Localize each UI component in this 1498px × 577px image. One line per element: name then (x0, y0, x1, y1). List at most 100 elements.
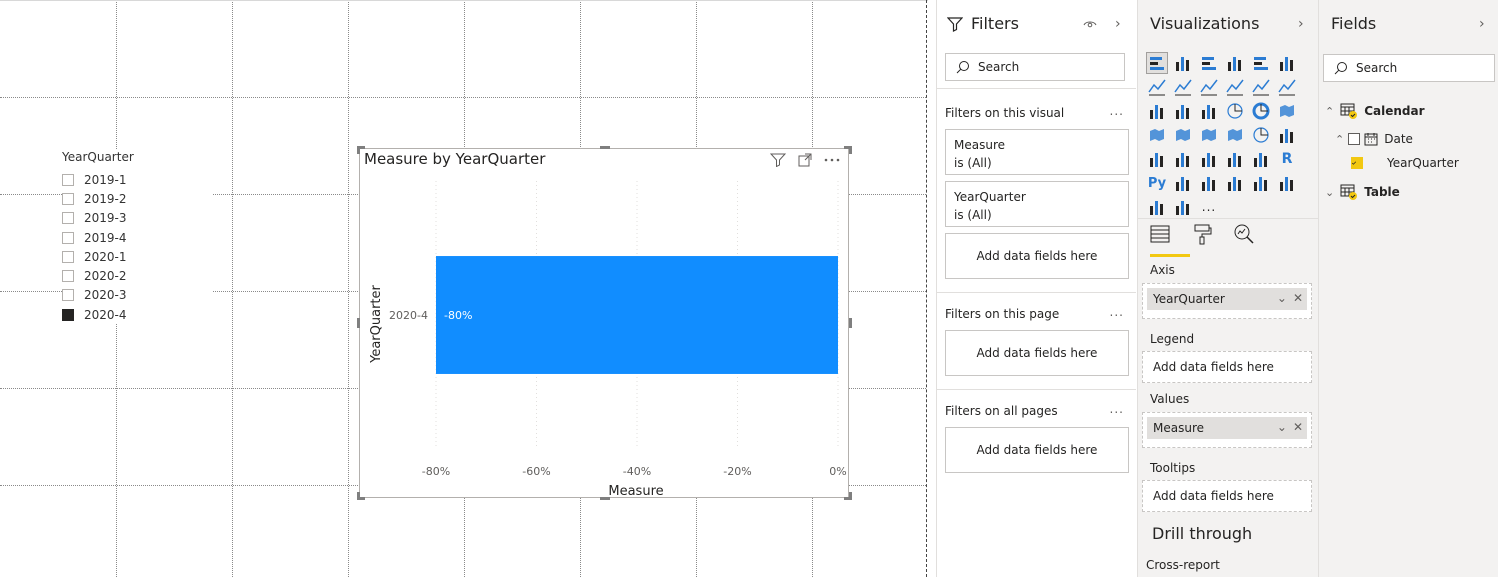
waterfall-chart-icon[interactable] (1146, 100, 1168, 122)
stacked-bar-chart-icon[interactable] (1146, 52, 1168, 74)
checkbox[interactable] (62, 192, 74, 205)
map-icon[interactable] (1146, 124, 1168, 146)
checkbox[interactable] (62, 289, 74, 302)
chevron-up-icon[interactable]: ⌃ (1325, 105, 1334, 118)
filters-search-input[interactable]: Search (945, 53, 1125, 81)
filter-card-yearquarter[interactable]: YearQuarter is (All) (945, 181, 1129, 227)
python-visual-icon[interactable]: Py (1146, 172, 1168, 194)
multi-row-card-icon[interactable] (1146, 148, 1168, 170)
add-page-filter-drop[interactable]: Add data fields here (945, 330, 1129, 376)
collapse-filters-chevron-icon[interactable]: › (1115, 16, 1121, 32)
chevron-up-icon[interactable]: ⌃ (1335, 133, 1344, 146)
clustered-column-chart-icon[interactable] (1224, 52, 1246, 74)
add-visual-filter-drop[interactable]: Add data fields here (945, 233, 1129, 279)
more-options-icon[interactable]: ... (1110, 104, 1124, 118)
kpi-icon[interactable] (1172, 148, 1194, 170)
axis-field-pill[interactable]: YearQuarter ⌄ ✕ (1147, 288, 1307, 310)
r-visual-icon[interactable]: R (1276, 148, 1298, 170)
pie-chart-icon[interactable] (1224, 100, 1246, 122)
close-icon[interactable]: ✕ (1293, 420, 1303, 434)
shape-map-icon[interactable] (1198, 124, 1220, 146)
collapse-fields-chevron-icon[interactable]: › (1479, 16, 1485, 32)
chevron-down-icon[interactable]: ⌄ (1277, 420, 1287, 434)
line-chart-icon[interactable] (1146, 76, 1168, 98)
table-icon[interactable] (1224, 148, 1246, 170)
field-checkbox[interactable] (1348, 133, 1361, 145)
slicer-icon[interactable] (1198, 148, 1220, 170)
slicer-item[interactable]: 2020-3 (62, 286, 212, 305)
slicer-item[interactable]: 2020-4 (62, 305, 212, 324)
stacked-area-chart-icon[interactable] (1198, 76, 1220, 98)
add-report-filter-drop[interactable]: Add data fields here (945, 427, 1129, 473)
scatter-chart-icon[interactable] (1198, 100, 1220, 122)
matrix-icon[interactable] (1250, 148, 1272, 170)
card-icon[interactable] (1276, 124, 1298, 146)
field-yearquarter[interactable]: YearQuarter (1351, 156, 1459, 170)
100-percent-bar-chart-icon[interactable] (1250, 52, 1272, 74)
checkbox[interactable] (62, 231, 74, 244)
tooltips-well[interactable]: Add data fields here (1142, 480, 1312, 512)
resize-handle[interactable] (849, 146, 852, 154)
resize-handle[interactable] (357, 492, 360, 500)
resize-handle[interactable] (600, 497, 610, 500)
table-calendar[interactable]: ⌃ Calendar (1325, 102, 1425, 120)
gauge-icon[interactable] (1250, 124, 1272, 146)
filter-card-measure[interactable]: Measure is (All) (945, 129, 1129, 175)
funnel-chart-icon[interactable] (1172, 100, 1194, 122)
paginated-report-icon[interactable] (1276, 172, 1298, 194)
checked-checkbox[interactable] (62, 308, 74, 321)
axis-well[interactable]: YearQuarter ⌄ ✕ (1142, 283, 1312, 319)
resize-handle[interactable] (600, 146, 610, 149)
checkbox[interactable] (62, 270, 74, 283)
qa-icon[interactable] (1224, 172, 1246, 194)
format-paint-roller-icon[interactable] (1190, 222, 1214, 246)
more-options-icon[interactable]: ... (1110, 305, 1124, 319)
ribbon-chart-icon[interactable] (1276, 76, 1298, 98)
bar[interactable] (436, 256, 838, 374)
azure-map-icon[interactable] (1224, 124, 1246, 146)
power-apps-icon[interactable] (1146, 196, 1168, 218)
yearquarter-slicer[interactable]: YearQuarter 2019-1 2019-2 2019-3 2019-4 2020… (62, 150, 212, 325)
slicer-item[interactable]: 2019-1 (62, 170, 212, 189)
legend-well[interactable]: Add data fields here (1142, 351, 1312, 383)
slicer-item[interactable]: 2019-3 (62, 209, 212, 228)
donut-chart-icon[interactable] (1250, 100, 1272, 122)
slicer-item[interactable]: 2020-1 (62, 247, 212, 266)
key-influencers-icon[interactable] (1172, 172, 1194, 194)
slicer-item[interactable]: 2019-4 (62, 228, 212, 247)
bar-chart-visual[interactable]: Measure by YearQuarter -80% 2020-4 -80% -6… (359, 148, 849, 499)
stacked-column-chart-icon[interactable] (1172, 52, 1194, 74)
more-options-icon[interactable]: ... (1110, 402, 1124, 416)
resize-handle[interactable] (849, 492, 852, 500)
fields-search-input[interactable]: Search (1323, 54, 1495, 82)
collapse-visualizations-chevron-icon[interactable]: › (1298, 16, 1304, 32)
close-icon[interactable]: ✕ (1293, 291, 1303, 305)
decomposition-tree-icon[interactable] (1198, 172, 1220, 194)
area-chart-icon[interactable] (1172, 76, 1194, 98)
slicer-item[interactable]: 2019-2 (62, 189, 212, 208)
resize-handle[interactable] (357, 318, 360, 328)
resize-handle[interactable] (357, 146, 360, 154)
fields-tab-icon[interactable] (1148, 222, 1172, 246)
100-percent-column-chart-icon[interactable] (1276, 52, 1298, 74)
clustered-bar-chart-icon[interactable] (1198, 52, 1220, 74)
analytics-magnifier-icon[interactable] (1232, 222, 1256, 246)
table-table[interactable]: ⌄ Table (1325, 183, 1400, 201)
treemap-icon[interactable] (1276, 100, 1298, 122)
chevron-down-icon[interactable]: ⌄ (1325, 186, 1334, 199)
slicer-item[interactable]: 2020-2 (62, 266, 212, 285)
more-visuals-icon[interactable]: ... (1198, 196, 1220, 218)
values-field-pill[interactable]: Measure ⌄ ✕ (1147, 417, 1307, 439)
eye-icon[interactable] (1083, 20, 1097, 30)
chevron-down-icon[interactable]: ⌄ (1277, 291, 1287, 305)
checkbox[interactable] (62, 250, 74, 263)
smart-narrative-icon[interactable] (1250, 172, 1272, 194)
line-clustered-column-icon[interactable] (1224, 76, 1246, 98)
power-automate-icon[interactable] (1172, 196, 1194, 218)
field-date[interactable]: ⌃ Date (1335, 132, 1413, 146)
values-well[interactable]: Measure ⌄ ✕ (1142, 412, 1312, 448)
filled-map-icon[interactable] (1172, 124, 1194, 146)
checkbox[interactable] (62, 212, 74, 225)
checked-checkbox-icon[interactable] (1351, 157, 1363, 169)
checkbox[interactable] (62, 173, 74, 186)
